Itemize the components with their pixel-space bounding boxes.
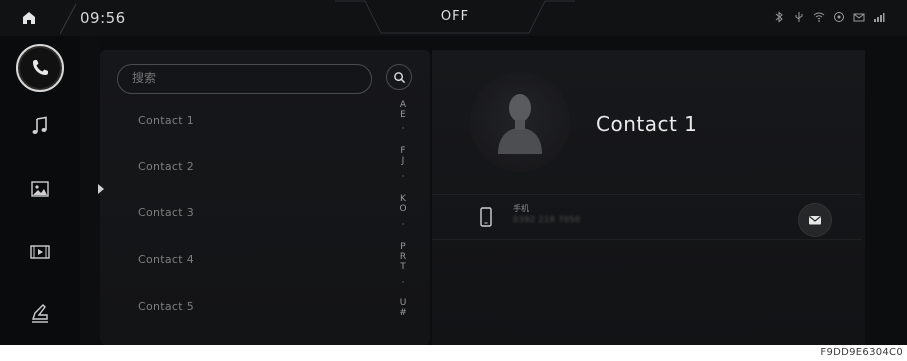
index-dot: · bbox=[401, 124, 405, 134]
rail-item-car-wash[interactable] bbox=[20, 294, 60, 334]
status-divider bbox=[59, 3, 77, 35]
index-letter[interactable]: A bbox=[395, 100, 411, 110]
person-silhouette-icon bbox=[498, 94, 542, 154]
image-reference-code: F9DD9E6304C0 bbox=[820, 347, 903, 358]
index-letter[interactable]: J bbox=[395, 156, 411, 166]
status-bar: 09:56 OFF bbox=[0, 0, 907, 36]
search-input[interactable] bbox=[132, 71, 352, 85]
index-dot: · bbox=[401, 172, 405, 182]
index-letter[interactable]: T bbox=[395, 262, 411, 272]
contact-detail-name: Contact 1 bbox=[596, 112, 698, 136]
signal-icon bbox=[873, 11, 885, 23]
search-icon bbox=[393, 71, 405, 83]
rail-item-gallery[interactable] bbox=[20, 169, 60, 209]
index-letter[interactable]: F bbox=[395, 146, 411, 156]
ac-state: OFF bbox=[440, 9, 470, 24]
envelope-icon bbox=[809, 216, 821, 225]
contact-list-item[interactable]: Contact 3 bbox=[105, 196, 385, 232]
index-letter[interactable]: P bbox=[395, 242, 411, 252]
hotspot-icon bbox=[833, 11, 845, 23]
contact-name: Contact 2 bbox=[138, 160, 194, 173]
contact-list-item[interactable]: Contact 5 bbox=[105, 290, 385, 326]
contact-name: Contact 3 bbox=[138, 206, 194, 219]
message-icon bbox=[853, 11, 865, 23]
search-field[interactable] bbox=[117, 64, 372, 94]
contact-list-item[interactable]: Contact 4 bbox=[105, 243, 385, 279]
video-icon bbox=[30, 245, 50, 259]
image-icon bbox=[31, 181, 49, 197]
index-letter[interactable]: U bbox=[395, 298, 411, 308]
infotainment-screen: 09:56 OFF 搜索 Contact 1 Contact 2 Contact… bbox=[0, 0, 907, 345]
alphabet-index[interactable]: A E · F J · K O · P R T · U # bbox=[395, 100, 411, 340]
ac-status-tab[interactable]: OFF bbox=[335, 0, 575, 36]
car-wash-icon bbox=[32, 304, 48, 323]
rail-item-music[interactable] bbox=[20, 106, 60, 146]
contact-list-item[interactable]: Contact 1 bbox=[105, 104, 385, 140]
index-letter[interactable]: O bbox=[395, 204, 411, 214]
clock: 09:56 bbox=[80, 9, 126, 27]
wifi-icon bbox=[813, 11, 825, 23]
index-letter[interactable]: E bbox=[395, 110, 411, 120]
contact-name: Contact 1 bbox=[138, 114, 194, 127]
mobile-phone-icon bbox=[480, 207, 492, 227]
contact-name: Contact 4 bbox=[138, 253, 194, 266]
avatar bbox=[470, 72, 570, 172]
index-letter[interactable]: R bbox=[395, 252, 411, 262]
music-note-icon bbox=[32, 116, 47, 134]
status-icons bbox=[773, 11, 885, 23]
index-dot: · bbox=[401, 278, 405, 288]
search-button[interactable] bbox=[386, 64, 412, 90]
index-letter[interactable]: K bbox=[395, 194, 411, 204]
rail-item-video[interactable] bbox=[20, 232, 60, 272]
phone-type-label: 手机 bbox=[513, 204, 529, 213]
rail-item-phone[interactable] bbox=[16, 44, 64, 92]
usb-icon bbox=[793, 11, 805, 23]
phone-icon bbox=[33, 60, 48, 75]
left-nav-rail bbox=[0, 36, 80, 345]
index-letter[interactable]: # bbox=[395, 308, 411, 318]
contact-name: Contact 5 bbox=[138, 300, 194, 313]
home-icon bbox=[23, 12, 35, 24]
contact-list-item[interactable]: Contact 2 bbox=[105, 150, 385, 186]
phone-number: 0392 218 7050 bbox=[513, 215, 581, 224]
home-button[interactable] bbox=[0, 0, 58, 36]
index-dot: · bbox=[401, 220, 405, 230]
send-message-button[interactable] bbox=[798, 203, 832, 237]
bluetooth-icon bbox=[773, 11, 785, 23]
